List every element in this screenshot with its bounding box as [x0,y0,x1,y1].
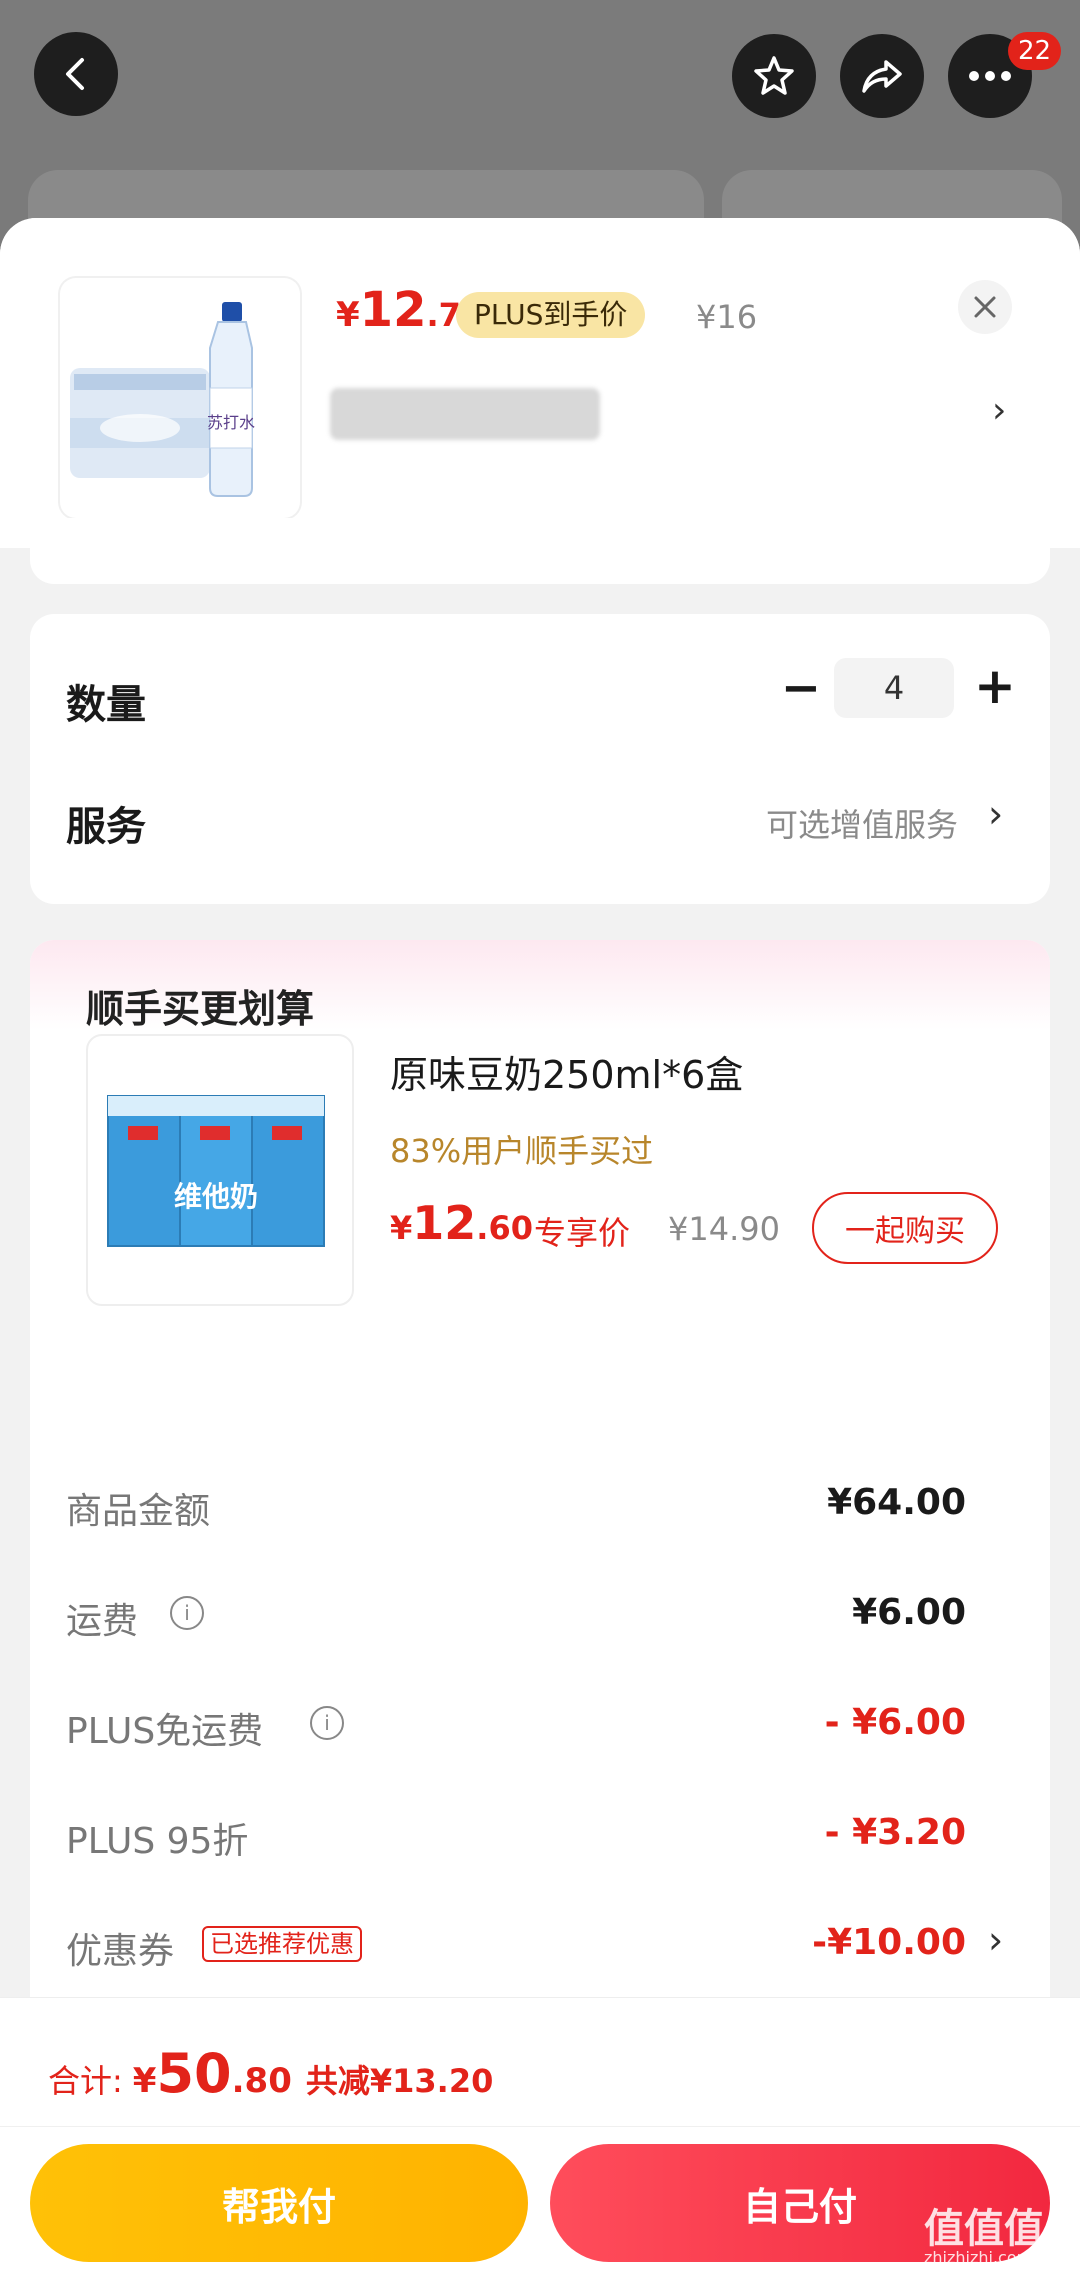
quantity-increment-button[interactable]: + [970,654,1020,718]
product-price: ¥ 12 .7 [336,282,461,338]
service-hint[interactable]: 可选增值服务 [766,800,958,846]
favorite-button[interactable] [732,34,816,118]
notification-badge: 22 [1008,32,1062,70]
chevron-left-icon [66,58,84,90]
addon-original-price: ¥14.90 [668,1210,780,1248]
shipping-info-icon[interactable]: i [170,1596,204,1630]
quantity-label: 数量 [66,682,146,728]
summary-value-plus-discount: - ¥3.20 [824,1812,966,1853]
star-icon [754,56,794,95]
summary-label-plus-free-shipping: PLUS免运费 [66,1711,264,1752]
share-icon [862,60,902,93]
summary-value-shipping: ¥6.00 [852,1592,966,1633]
options-card: 数量 − 4 + 服务 可选增值服务 › [30,614,1050,904]
original-price: ¥16 [696,298,758,336]
purchase-sheet: 苏打水 ¥ 12 .7 PLUS到手价 ¥16 › 数量 − 4 + 服务 可选… [0,218,1080,2275]
product-thumbnail: 苏打水 [60,278,300,518]
product-summary: 苏打水 ¥ 12 .7 PLUS到手价 ¥16 › [0,218,1080,548]
service-chevron-icon[interactable]: › [988,792,1003,836]
close-icon [974,296,996,318]
coupon-chevron-icon[interactable]: › [988,1918,1003,1962]
price-integer: 12 [359,282,427,338]
soy-milk-label: 维他奶 [174,1180,258,1213]
addon-price: ¥ 12 .60 [390,1196,533,1250]
spec-chevron-icon[interactable]: › [992,390,1006,431]
addon-title: 顺手买更划算 [86,987,315,1031]
addon-item-name[interactable]: 原味豆奶250ml*6盒 [390,1044,743,1099]
soda-water-image: 苏打水 [70,302,255,497]
quantity-decrement-button[interactable]: − [776,658,826,718]
watermark-logo: 值值值 [924,2206,1044,2252]
help-pay-button[interactable]: 帮我付 [30,2144,528,2262]
addon-price-symbol: ¥ [390,1209,413,1247]
buy-together-button[interactable]: 一起购买 [812,1192,998,1264]
addon-social-proof: 83%用户顺手买过 [390,1132,654,1170]
addon-price-decimal: .60 [476,1209,533,1247]
plus-shipping-info-icon[interactable]: i [310,1706,344,1740]
back-button[interactable] [34,32,118,116]
summary-label-plus-discount: PLUS 95折 [66,1821,249,1862]
total-decimal: .80 [231,2061,292,2101]
summary-label-goods: 商品金额 [66,1491,211,1532]
redacted-spec-text [330,388,600,440]
total-label: 合计: [48,2062,123,2100]
addon-price-tag: 专享价 [534,1214,631,1252]
spec-card-bottom [30,518,1050,584]
plus-price-tag: PLUS到手价 [456,292,646,338]
total-discount: 共减¥13.20 [305,2062,494,2100]
footer-divider [0,2126,1080,2127]
more-dots-icon [969,71,1011,81]
soy-milk-image: 维他奶 [107,1095,325,1247]
summary-value-coupon[interactable]: -¥10.00 [812,1922,966,1963]
total-symbol: ¥ [132,2061,157,2101]
summary-label-coupon: 优惠券 [66,1931,175,1972]
total-row: 合计: ¥ 50 .80 共减¥13.20 [48,2042,493,2105]
share-button[interactable] [840,34,924,118]
checkout-footer: 合计: ¥ 50 .80 共减¥13.20 帮我付 自己付 [0,1997,1080,2276]
coupon-recommended-tag: 已选推荐优惠 [202,1926,362,1962]
close-button[interactable] [958,280,1012,334]
total-integer: 50 [156,2042,232,2105]
service-label: 服务 [66,804,146,850]
addon-price-integer: 12 [412,1196,477,1250]
quantity-input[interactable]: 4 [834,658,954,718]
addon-thumbnail[interactable]: 维他奶 [86,1034,354,1306]
summary-value-goods: ¥64.00 [827,1482,966,1523]
price-symbol: ¥ [336,295,360,335]
bottle-label: 苏打水 [207,413,255,432]
price-summary-card: 商品金额 ¥64.00 运费 i ¥6.00 PLUS免运费 i - ¥6.00… [30,1406,1050,2046]
watermark-url: zhizhizhi.com [924,2248,1033,2267]
summary-value-plus-free-shipping: - ¥6.00 [824,1702,966,1743]
summary-label-shipping: 运费 [66,1601,139,1642]
